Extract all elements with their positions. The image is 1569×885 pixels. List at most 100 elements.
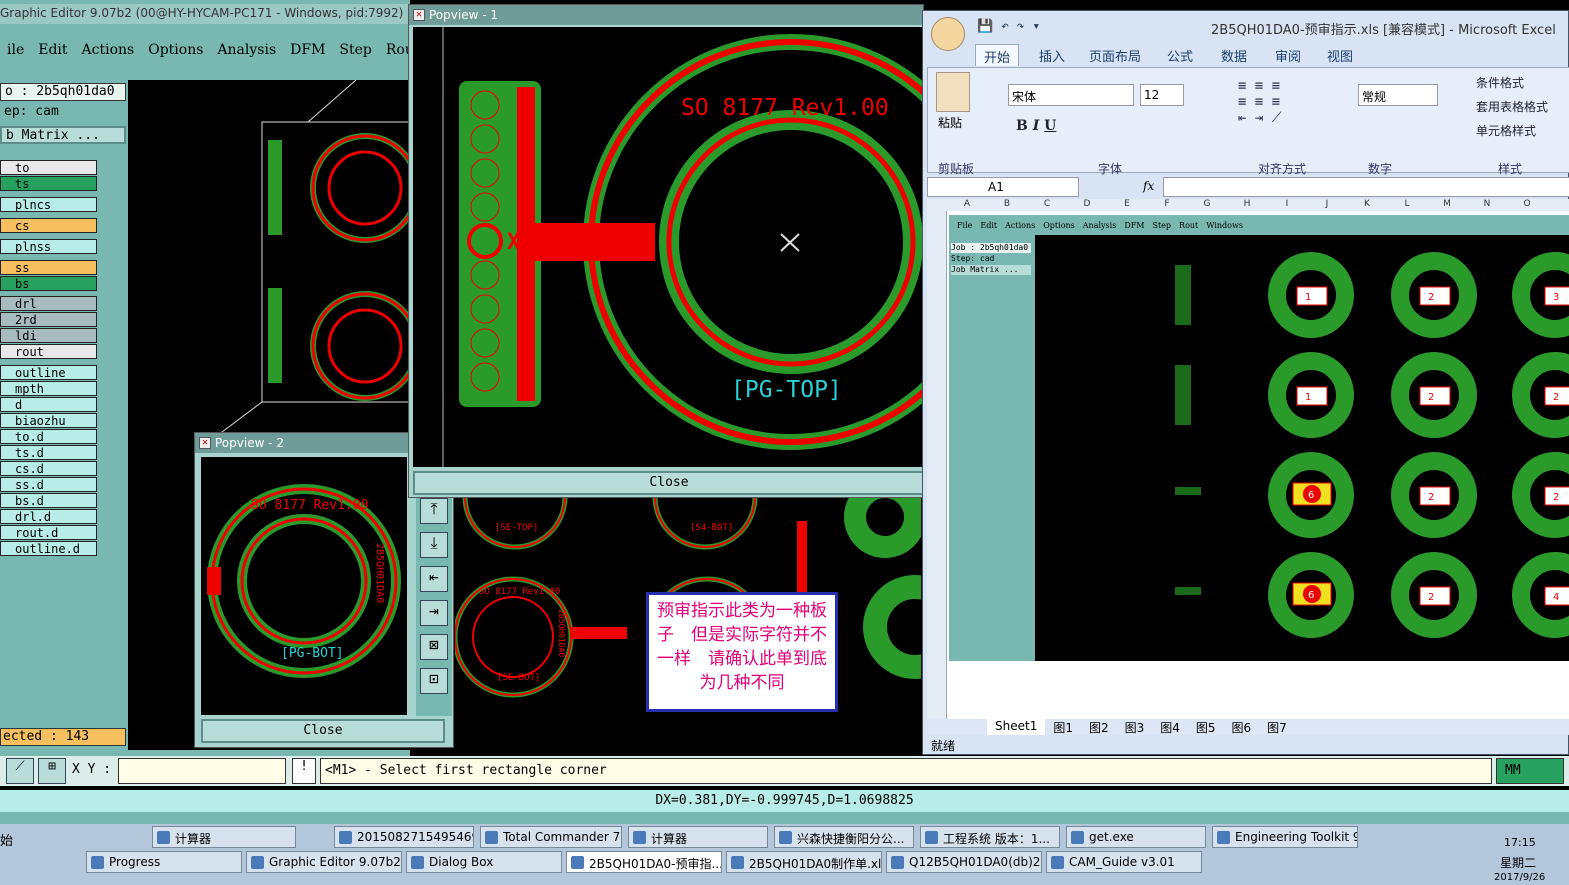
layer-item[interactable]: bs — [0, 276, 97, 291]
column-header[interactable]: C — [1027, 199, 1067, 211]
column-header[interactable]: B — [987, 199, 1027, 211]
layer-item[interactable]: plncs — [0, 197, 97, 212]
layer-item[interactable]: cs — [0, 218, 97, 233]
layer-item[interactable]: 2rd — [0, 312, 97, 327]
column-header[interactable]: F — [1147, 199, 1187, 211]
column-header[interactable]: J — [1307, 199, 1347, 211]
quick-access-toolbar[interactable]: 💾 ↶ ↷ ▾ — [977, 19, 1087, 37]
fx-icon[interactable]: fx — [1143, 179, 1154, 193]
column-header[interactable]: O — [1507, 199, 1547, 211]
popview-1-canvas[interactable]: SO 8177 Rev1.00 [PG-TOP] X1 — [413, 27, 999, 467]
sheet-tab[interactable]: 图6 — [1224, 719, 1260, 735]
sheet-tab[interactable]: 图1 — [1045, 719, 1081, 735]
layer-item[interactable]: plnss — [0, 239, 97, 254]
layer-item[interactable]: bs.d — [0, 493, 97, 508]
style-item[interactable]: 单元格样式 — [1476, 122, 1536, 139]
taskbar-item[interactable]: 兴森快捷衡阳分公... — [774, 826, 914, 848]
taskbar-item[interactable]: get.exe — [1066, 826, 1206, 848]
alignment-icons[interactable]: ≡ ≡ ≡ ≡ ≡ ≡ ⇤ ⇥ ⟋ — [1238, 78, 1338, 142]
layer-item[interactable]: to.d — [0, 429, 97, 444]
menu-edit[interactable]: Edit — [31, 40, 74, 64]
layer-item[interactable]: rout.d — [0, 525, 97, 540]
tool-icon[interactable]: ⤓ — [420, 532, 448, 558]
column-header[interactable]: A — [947, 199, 987, 211]
taskbar-item[interactable]: CAM_Guide v3.01 — [1046, 851, 1202, 873]
layer-item[interactable]: d — [0, 397, 97, 412]
xy-input[interactable] — [118, 758, 286, 784]
layer-item[interactable]: to — [0, 160, 97, 175]
popview-2-canvas[interactable]: SO 8177 Rev1.00 [PG-BOT] 2B5QH01DA0 — [201, 457, 407, 715]
tab-insert[interactable]: 插入 — [1039, 44, 1065, 66]
layer-item[interactable]: cs.d — [0, 461, 97, 476]
name-box[interactable]: A1 — [927, 177, 1079, 197]
tool-icon[interactable]: ⊡ — [420, 668, 448, 694]
layer-item[interactable]: mpth — [0, 381, 97, 396]
column-header[interactable]: G — [1187, 199, 1227, 211]
tab-review[interactable]: 审阅 — [1275, 44, 1301, 66]
taskbar-item[interactable]: 工程系统 版本：1... — [920, 826, 1060, 848]
taskbar-item[interactable]: 2B5QH01DA0制作单.xls... — [726, 851, 882, 873]
paste-label[interactable]: 粘贴 — [938, 114, 962, 131]
layer-item[interactable]: ts — [0, 176, 97, 191]
menu-step[interactable]: Step — [332, 40, 378, 64]
font-name-select[interactable]: 宋体 — [1008, 84, 1134, 106]
style-item[interactable]: 套用表格格式 — [1476, 98, 1548, 115]
worksheet-grid[interactable]: File Edit Actions Options Analysis DFM Step Rou… — [927, 211, 1569, 719]
sheet-tab[interactable]: Sheet1 — [987, 719, 1046, 735]
tab-formulas[interactable]: 公式 — [1167, 44, 1193, 66]
paste-icon[interactable] — [936, 72, 970, 112]
taskbar-item[interactable]: 20150827154954694... — [334, 826, 474, 848]
formula-input[interactable] — [1163, 177, 1569, 197]
menu-analysis[interactable]: Analysis — [210, 40, 283, 64]
units-select[interactable]: MM — [1496, 758, 1564, 784]
number-format-select[interactable]: 常规 — [1358, 84, 1438, 106]
column-header[interactable]: M — [1427, 199, 1467, 211]
menu-actions[interactable]: Actions — [75, 40, 142, 64]
sheet-tab[interactable]: 图4 — [1152, 719, 1188, 735]
layer-item[interactable]: drl — [0, 296, 97, 311]
taskbar-item-active[interactable]: 2B5QH01DA0-预审指... — [566, 851, 722, 873]
taskbar-item[interactable]: 计算器 — [628, 826, 768, 848]
tab-page-layout[interactable]: 页面布局 — [1089, 44, 1141, 66]
tab-view[interactable]: 视图 — [1327, 44, 1353, 66]
tab-data[interactable]: 数据 — [1221, 44, 1247, 66]
taskbar-item[interactable]: Engineering Toolkit 9.... — [1212, 826, 1358, 848]
sheet-tab[interactable]: 图5 — [1188, 719, 1224, 735]
tool-icon[interactable]: ⤒ — [420, 498, 448, 524]
bold-button[interactable]: B I U — [1016, 118, 1056, 134]
taskbar-item[interactable]: Graphic Editor 9.07b2 (0... — [246, 851, 402, 873]
column-header[interactable]: I — [1267, 199, 1307, 211]
sheet-tab[interactable]: 图3 — [1117, 719, 1153, 735]
tab-home[interactable]: 开始 — [975, 44, 1019, 66]
taskbar-item[interactable]: Dialog Box — [406, 851, 562, 873]
sheet-tab[interactable]: 图7 — [1259, 719, 1295, 735]
taskbar-item[interactable]: 计算器 — [152, 826, 296, 848]
close-button[interactable]: Close — [413, 471, 925, 495]
layer-item[interactable]: outline — [0, 365, 97, 380]
tool-icon[interactable]: ⇤ — [420, 566, 448, 592]
layer-item[interactable]: biaozhu — [0, 413, 97, 428]
style-item[interactable]: 条件格式 — [1476, 74, 1524, 91]
column-header[interactable]: D — [1067, 199, 1107, 211]
menu-options[interactable]: Options — [141, 40, 210, 64]
column-header[interactable]: E — [1107, 199, 1147, 211]
layer-item[interactable]: ss — [0, 260, 97, 275]
menu-file[interactable]: ile — [0, 40, 31, 64]
layer-item[interactable]: rout — [0, 344, 97, 359]
start-button[interactable]: 始 — [0, 830, 30, 849]
font-size-select[interactable]: 12 — [1140, 84, 1184, 106]
layer-item[interactable]: drl.d — [0, 509, 97, 524]
column-header[interactable]: L — [1387, 199, 1427, 211]
snap-icon[interactable]: ⟋ — [6, 758, 34, 784]
layer-item[interactable]: ts.d — [0, 445, 97, 460]
column-header[interactable]: H — [1227, 199, 1267, 211]
menu-dfm[interactable]: DFM — [283, 40, 332, 64]
taskbar-item[interactable]: Progress — [86, 851, 242, 873]
close-button[interactable]: Close — [201, 719, 445, 743]
job-matrix-button[interactable]: b Matrix ... — [0, 126, 126, 144]
layer-item[interactable]: outline.d — [0, 541, 97, 556]
taskbar-item[interactable]: Q12B5QH01DA0(db)201... — [886, 851, 1042, 873]
layer-item[interactable]: ldi — [0, 328, 97, 343]
grid-icon[interactable]: ⊞ — [38, 758, 66, 784]
column-header[interactable]: K — [1347, 199, 1387, 211]
